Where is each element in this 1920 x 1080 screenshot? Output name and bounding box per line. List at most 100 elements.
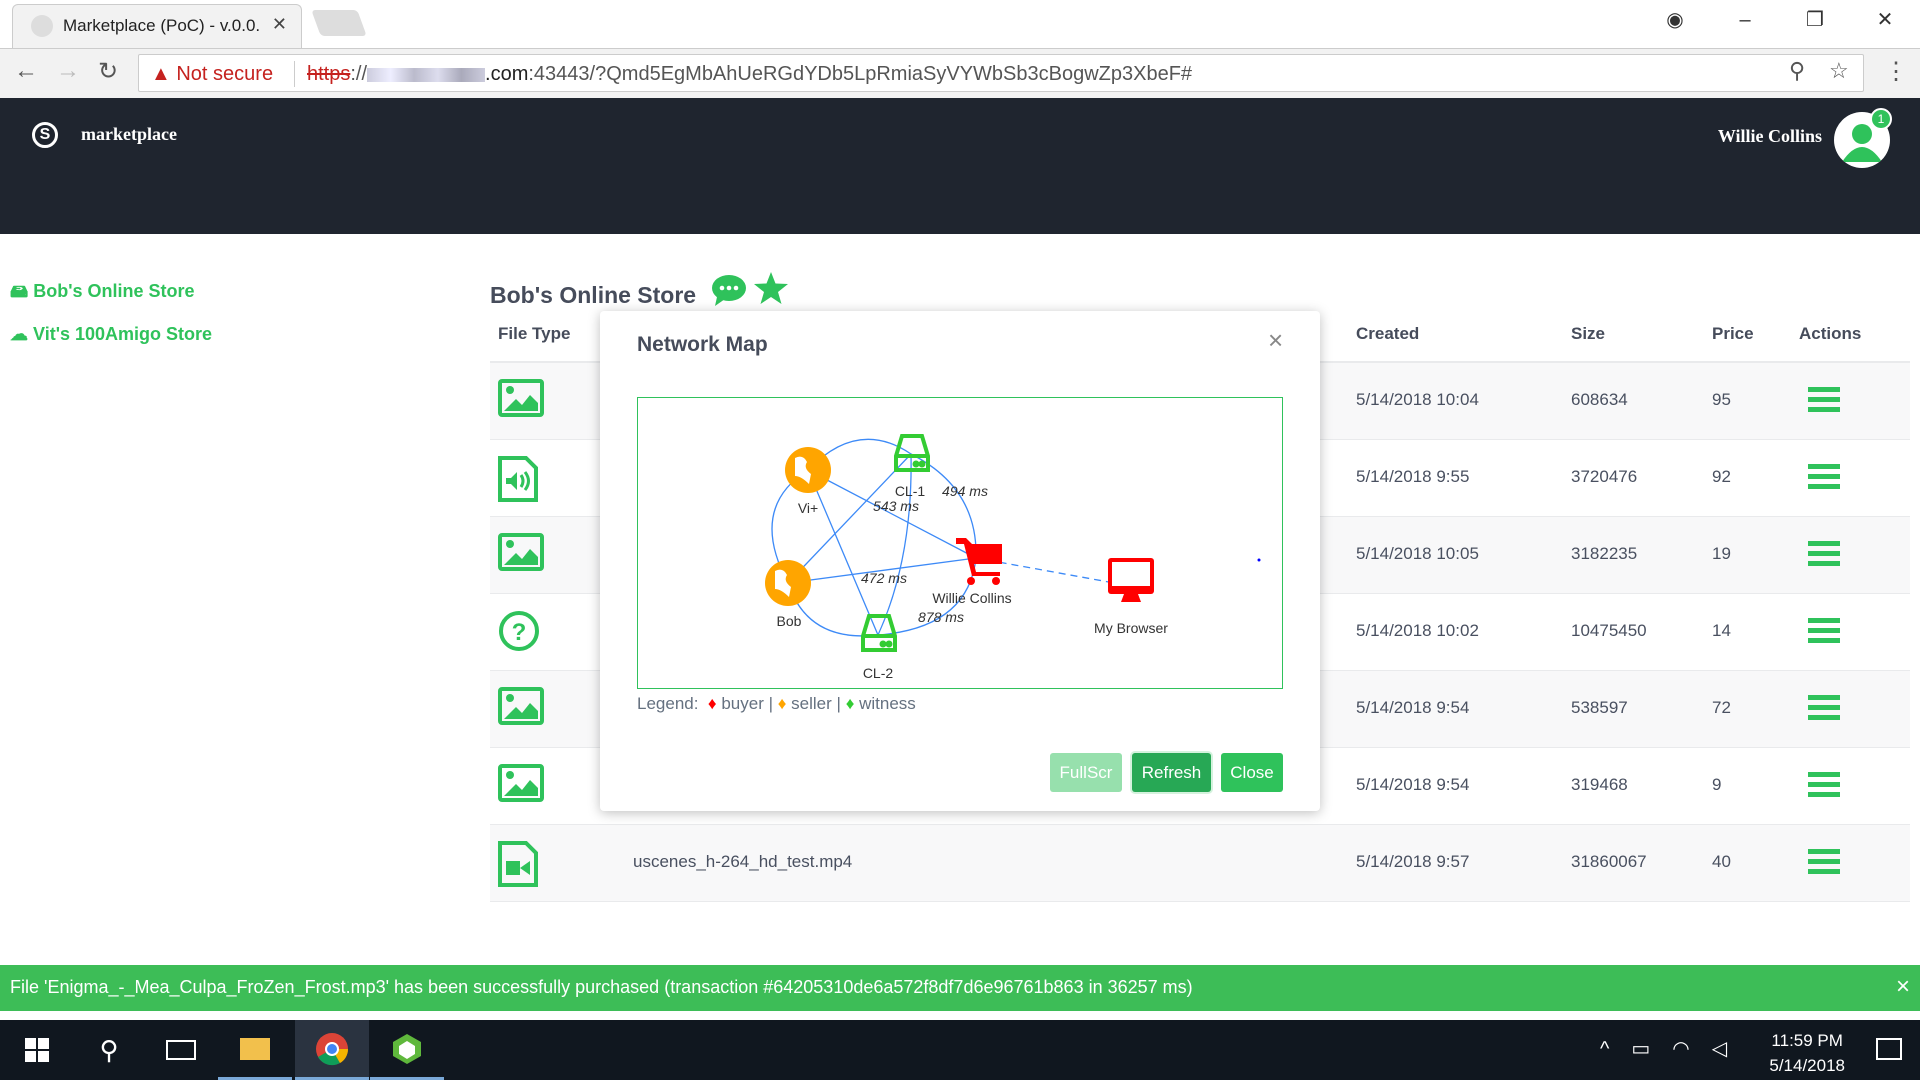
- url-domain: .com: [485, 63, 529, 85]
- price-cell: 14: [1712, 621, 1731, 640]
- site-favicon-icon: [31, 15, 53, 37]
- created-cell: 5/14/2018 9:57: [1356, 852, 1470, 871]
- globe-icon[interactable]: [765, 560, 811, 606]
- size-cell: 3720476: [1571, 467, 1638, 486]
- task-view-icon[interactable]: [144, 1020, 218, 1080]
- price-cell: 92: [1712, 467, 1731, 486]
- back-icon[interactable]: ←: [14, 57, 38, 85]
- not-secure-indicator[interactable]: ▲ Not secure: [151, 63, 273, 86]
- shopping-cart-icon[interactable]: [956, 538, 1002, 585]
- column-header-size[interactable]: Size: [1571, 324, 1605, 344]
- chrome-logo: [316, 1032, 349, 1065]
- actions-menu-icon[interactable]: [1808, 387, 1840, 413]
- minimize-button[interactable]: –: [1710, 0, 1780, 40]
- action-center-icon[interactable]: [1876, 1038, 1902, 1060]
- actions-menu-icon[interactable]: [1808, 695, 1840, 721]
- column-header-actions: Actions: [1799, 324, 1862, 343]
- latency-label: 472 ms: [861, 570, 907, 586]
- monitor-icon[interactable]: [1108, 558, 1154, 602]
- close-icon[interactable]: ×: [1896, 973, 1910, 1001]
- profile-icon[interactable]: ◉: [1640, 0, 1710, 40]
- actions-menu-icon[interactable]: [1808, 849, 1840, 875]
- file-name[interactable]: uscenes_h-264_hd_test.mp4: [633, 852, 852, 872]
- price-cell: 9: [1712, 775, 1722, 794]
- chat-icon[interactable]: [711, 273, 747, 307]
- start-button[interactable]: [0, 1020, 74, 1080]
- chrome-icon[interactable]: [295, 1020, 369, 1080]
- close-tab-icon[interactable]: ✕: [272, 14, 287, 35]
- clock[interactable]: 11:59 PM 5/14/2018: [1769, 1028, 1845, 1078]
- node-label-cl2: CL-2: [863, 665, 894, 681]
- notification-badge[interactable]: 1: [1870, 108, 1892, 130]
- latency-label: 543 ms: [873, 498, 919, 514]
- forward-icon[interactable]: →: [56, 57, 80, 85]
- hexagon-app-logo: [393, 1033, 421, 1064]
- network-map-canvas[interactable]: Vi+ CL-1 Bob CL-2 Willie Collins My Brow…: [637, 397, 1283, 689]
- browser-tab[interactable]: Marketplace (PoC) - v.0.0. ✕: [12, 4, 302, 48]
- bookmark-star-icon[interactable]: ☆: [1829, 58, 1849, 84]
- svg-text:?: ?: [512, 619, 527, 646]
- image-file-icon: [498, 687, 544, 730]
- reload-icon[interactable]: ↻: [98, 57, 118, 86]
- graph-dot: [1257, 558, 1261, 562]
- column-header-file-type[interactable]: File Type: [498, 324, 570, 344]
- brand-name[interactable]: marketplace: [81, 124, 177, 145]
- witness-diamond-icon: ♦: [845, 694, 855, 713]
- table-row[interactable]: uscenes_h-264_hd_test.mp4 5/14/2018 9:57 3…: [490, 825, 1910, 902]
- node-label-bob: Bob: [777, 613, 802, 629]
- zoom-icon[interactable]: ⚲: [1789, 58, 1805, 84]
- legend-separator: |: [836, 694, 841, 713]
- size-cell: 538597: [1571, 698, 1628, 717]
- url-bar[interactable]: ▲ Not secure https:// .com:43443/?Qmd5EgM…: [138, 54, 1864, 92]
- price-cell: 19: [1712, 544, 1731, 563]
- hdd-icon: 🖴: [10, 281, 29, 301]
- windows-taskbar: ⚲ ^▭◠◁ 11:59 PM 5/14/2018: [0, 1020, 1920, 1080]
- system-tray-icons[interactable]: ^▭◠◁: [1600, 1036, 1749, 1061]
- created-cell: 5/14/2018 10:04: [1356, 390, 1479, 409]
- close-window-button[interactable]: ✕: [1850, 0, 1920, 40]
- window-controls: ◉ – ❐ ✕: [1640, 0, 1920, 40]
- menu-kebab-icon[interactable]: ⋮: [1884, 57, 1908, 86]
- user-name[interactable]: Willie Collins: [1718, 126, 1822, 147]
- column-header-created[interactable]: Created: [1356, 324, 1419, 344]
- column-header-price[interactable]: Price: [1712, 324, 1754, 344]
- close-button[interactable]: Close: [1221, 753, 1283, 792]
- not-secure-label: Not secure: [176, 63, 274, 85]
- app-icon[interactable]: [370, 1020, 444, 1080]
- node-label-willie: Willie Collins: [932, 590, 1011, 606]
- legend-buyer: buyer: [721, 694, 764, 713]
- clock-time: 11:59 PM: [1771, 1031, 1843, 1050]
- close-icon[interactable]: ×: [1268, 325, 1283, 356]
- purchase-notification: File 'Enigma_-_Mea_Culpa_FroZen_Frost.mp…: [0, 965, 1920, 1011]
- address-toolbar: ← → ↻ ▲ Not secure https:// .com:43443/?Q…: [0, 48, 1920, 98]
- windows-icon: [25, 1038, 49, 1062]
- video-file-icon: [498, 841, 538, 892]
- price-cell: 95: [1712, 390, 1731, 409]
- file-explorer-icon[interactable]: [218, 1020, 292, 1080]
- legend-title: Legend:: [637, 694, 699, 713]
- cloud-icon: ☁: [10, 324, 28, 344]
- actions-menu-icon[interactable]: [1808, 772, 1840, 798]
- legend-separator: |: [768, 694, 774, 713]
- sidebar-item-vits-store[interactable]: ☁ Vit's 100Amigo Store: [10, 324, 212, 345]
- search-icon[interactable]: ⚲: [72, 1020, 146, 1080]
- sidebar-item-bobs-online-store[interactable]: 🖴 Bob's Online Store: [10, 279, 195, 309]
- price-cell: 72: [1712, 698, 1731, 717]
- refresh-button[interactable]: Refresh: [1132, 753, 1211, 792]
- created-cell: 5/14/2018 10:02: [1356, 621, 1479, 640]
- latency-label: 494 ms: [942, 483, 988, 499]
- new-tab-button[interactable]: [311, 10, 367, 36]
- fullscreen-button[interactable]: FullScr: [1050, 753, 1122, 792]
- notification-message: File 'Enigma_-_Mea_Culpa_FroZen_Frost.mp…: [10, 977, 1193, 997]
- marketplace-logo-icon[interactable]: S: [32, 122, 58, 148]
- url-separator: ://: [350, 63, 368, 85]
- actions-menu-icon[interactable]: [1808, 541, 1840, 567]
- actions-menu-icon[interactable]: [1808, 464, 1840, 490]
- actions-menu-icon[interactable]: [1808, 618, 1840, 644]
- star-icon[interactable]: [753, 271, 789, 305]
- created-cell: 5/14/2018 9:55: [1356, 467, 1470, 486]
- globe-icon[interactable]: [785, 447, 831, 493]
- node-label-browser: My Browser: [1094, 620, 1168, 636]
- latency-label: 878 ms: [918, 609, 964, 625]
- restore-button[interactable]: ❐: [1780, 0, 1850, 40]
